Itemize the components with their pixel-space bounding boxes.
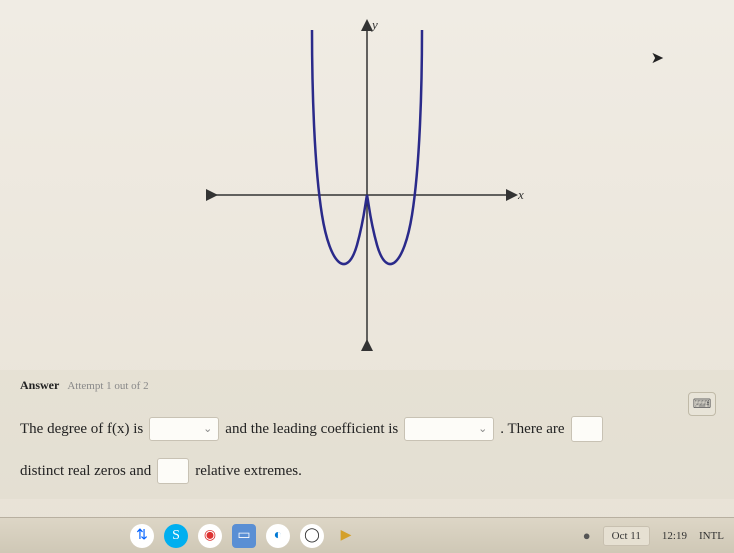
sentence-text-4: distinct real zeros and — [20, 453, 151, 489]
calculator-button[interactable]: ⌨ — [688, 392, 716, 416]
sentence-text-5: relative extremes. — [195, 453, 302, 489]
chrome-icon[interactable]: ◯ — [300, 524, 324, 548]
taskbar-apps: ⇅ S ◉ ▭ ◐ ◯ ▶ — [130, 524, 358, 548]
attempt-counter: Attempt 1 out of 2 — [67, 380, 148, 392]
answer-section: Answer Attempt 1 out of 2 The degree of … — [0, 370, 734, 499]
chevron-down-icon: ⌄ — [478, 416, 487, 442]
polynomial-graph: x y — [202, 15, 532, 355]
x-axis-label: x — [517, 187, 524, 202]
answer-header: Answer Attempt 1 out of 2 — [20, 378, 714, 393]
edge-icon[interactable]: ◐ — [266, 524, 290, 548]
taskbar: ⇅ S ◉ ▭ ◐ ◯ ▶ ● Oct 11 12:19 INTL — [0, 517, 734, 553]
app-icon-3[interactable]: ◉ — [198, 524, 222, 548]
app-icon-4[interactable]: ▭ — [232, 524, 256, 548]
dropbox-icon[interactable]: ⇅ — [130, 524, 154, 548]
sentence-text-3: . There are — [500, 411, 564, 447]
taskbar-time[interactable]: 12:19 — [662, 530, 687, 542]
extremes-input[interactable] — [157, 458, 189, 484]
sentence-text-1: The degree of f(x) is — [20, 411, 143, 447]
taskbar-status: ● Oct 11 12:19 INTL — [583, 526, 724, 546]
notification-icon[interactable]: ● — [583, 528, 591, 544]
taskbar-timezone: INTL — [699, 530, 724, 542]
zeros-input[interactable] — [571, 416, 603, 442]
chevron-down-icon: ⌄ — [203, 416, 212, 442]
answer-label: Answer — [20, 378, 59, 393]
skype-icon[interactable]: S — [164, 524, 188, 548]
taskbar-date[interactable]: Oct 11 — [603, 526, 650, 546]
y-axis-label: y — [370, 17, 378, 32]
keyboard-icon: ⌨ — [693, 396, 712, 412]
answer-sentence: The degree of f(x) is ⌄ and the leading … — [20, 411, 714, 489]
degree-dropdown[interactable]: ⌄ — [149, 417, 219, 441]
sentence-text-2: and the leading coefficient is — [225, 411, 398, 447]
play-icon[interactable]: ▶ — [334, 524, 358, 548]
leading-coefficient-dropdown[interactable]: ⌄ — [404, 417, 494, 441]
graph-area: x y — [0, 0, 734, 370]
